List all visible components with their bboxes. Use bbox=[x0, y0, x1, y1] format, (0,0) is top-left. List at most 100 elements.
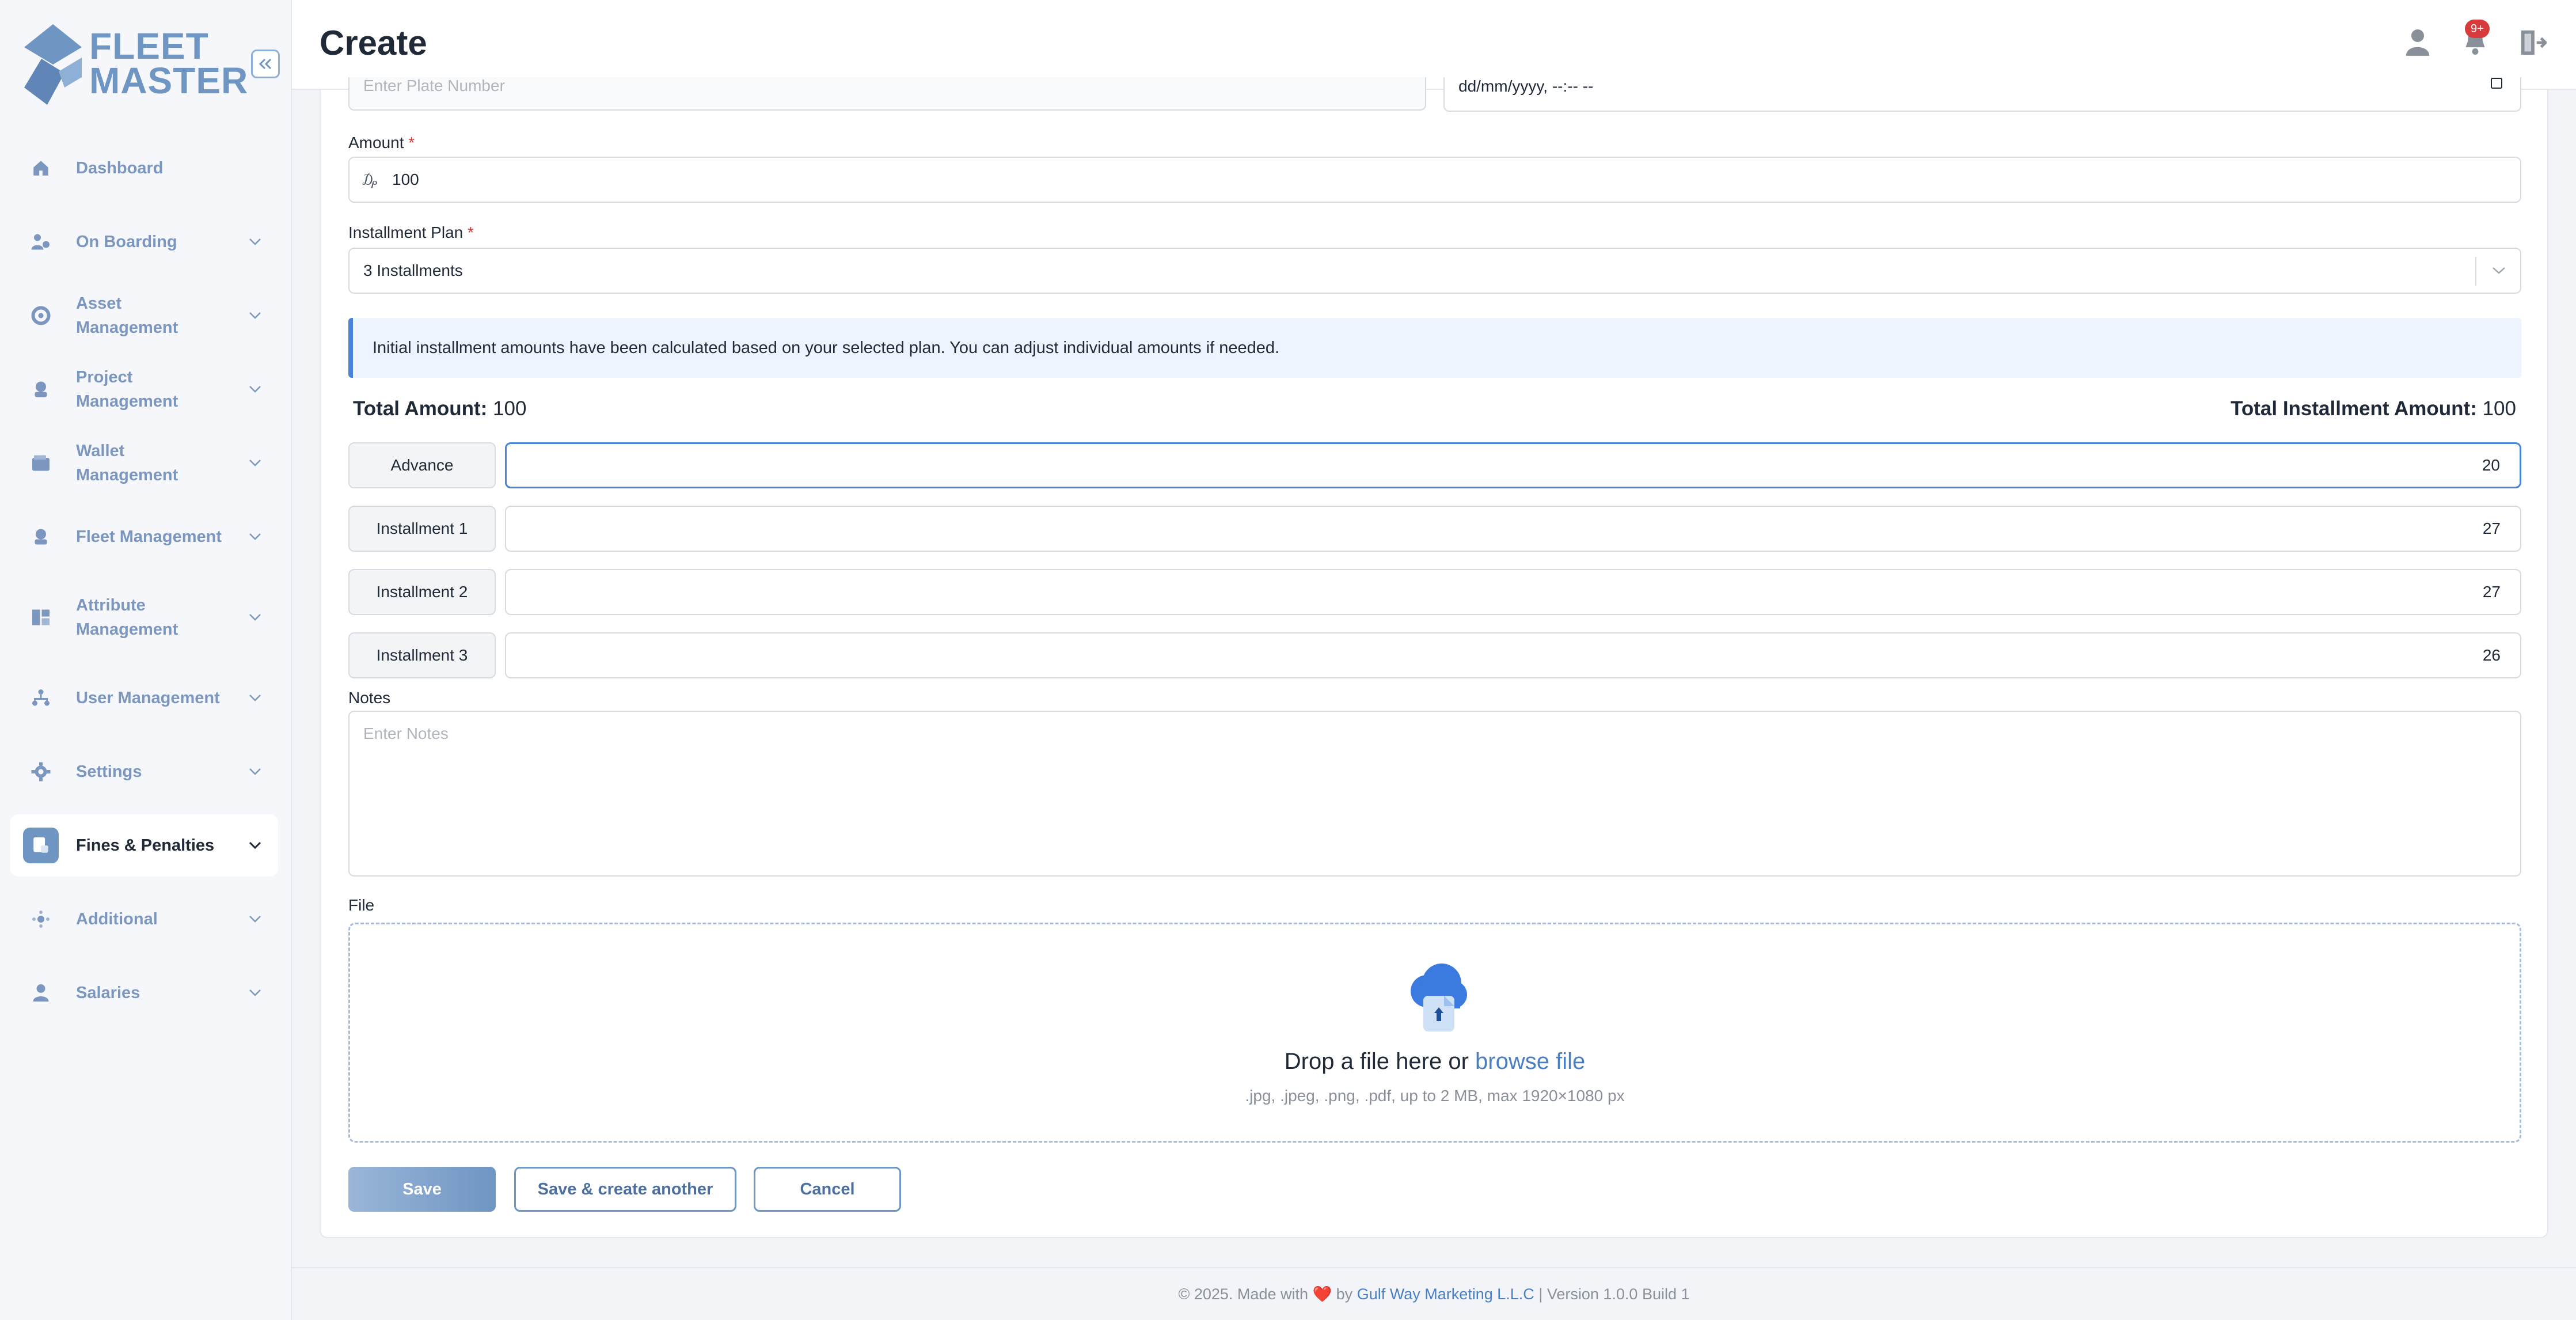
logout-icon[interactable] bbox=[2518, 28, 2548, 60]
installment-plan-value: 3 Installments bbox=[363, 261, 463, 279]
chevron-down-icon bbox=[249, 386, 261, 393]
footer-version: | Version 1.0.0 Build 1 bbox=[1538, 1285, 1690, 1303]
sidebar-collapse-button[interactable] bbox=[251, 50, 280, 78]
save-button[interactable]: Save bbox=[348, 1167, 496, 1212]
wallet-icon bbox=[23, 445, 59, 481]
currency-icon: ₯ bbox=[362, 170, 377, 188]
chevron-down-icon bbox=[249, 916, 261, 923]
sidebar-item-fleet-management[interactable]: Fleet Management bbox=[10, 506, 278, 568]
calendar-icon[interactable] bbox=[2490, 77, 2503, 90]
installment-1-label: Installment 1 bbox=[348, 506, 496, 552]
save-create-another-button[interactable]: Save & create another bbox=[514, 1167, 736, 1212]
home-icon bbox=[23, 150, 59, 186]
company-link[interactable]: Gulf Way Marketing L.L.C bbox=[1357, 1285, 1534, 1303]
notes-placeholder: Enter Notes bbox=[363, 725, 449, 742]
chevron-down-icon bbox=[249, 533, 261, 540]
project-icon bbox=[23, 371, 59, 407]
installment-plan-select[interactable]: 3 Installments bbox=[348, 248, 2521, 294]
advance-label: Advance bbox=[348, 442, 496, 488]
user-profile-icon[interactable] bbox=[2405, 28, 2430, 59]
cancel-button[interactable]: Cancel bbox=[754, 1167, 901, 1212]
chevron-down-icon bbox=[249, 695, 261, 701]
logo-line-1: FLEET bbox=[89, 25, 209, 67]
file-hint: .jpg, .jpeg, .png, .pdf, up to 2 MB, max… bbox=[1245, 1087, 1625, 1105]
total-amount: Total Amount: 100 bbox=[353, 397, 526, 420]
page-title: Create bbox=[320, 24, 427, 62]
notes-textarea[interactable]: Enter Notes bbox=[348, 711, 2521, 877]
installment-info-alert: Initial installment amounts have been ca… bbox=[348, 318, 2521, 378]
notes-label: Notes bbox=[348, 689, 391, 707]
installment-3-amount-input[interactable]: 26 bbox=[505, 632, 2521, 678]
file-label: File bbox=[348, 896, 375, 914]
sidebar-item-attribute-management[interactable]: Attribute Management bbox=[10, 579, 278, 655]
users-icon bbox=[23, 680, 59, 716]
required-asterisk: * bbox=[468, 223, 474, 241]
datetime-placeholder: dd/mm/yyyy, --:-- -- bbox=[1458, 77, 1594, 95]
datetime-input[interactable]: dd/mm/yyyy, --:-- -- bbox=[1443, 77, 2521, 112]
logo-text: FLEET MASTER bbox=[89, 25, 248, 99]
gear-icon bbox=[23, 754, 59, 790]
sidebar-item-on-boarding[interactable]: On Boarding bbox=[10, 211, 278, 273]
sidebar-item-user-management[interactable]: User Management bbox=[10, 667, 278, 729]
sidebar-item-additional[interactable]: Additional bbox=[10, 888, 278, 950]
file-dropzone[interactable]: Drop a file here or browse file .jpg, .j… bbox=[348, 923, 2521, 1143]
installment-2-amount-input[interactable]: 27 bbox=[505, 569, 2521, 615]
drop-instructions: Drop a file here or browse file bbox=[350, 1049, 2520, 1075]
sidebar-item-label: Project Management bbox=[76, 368, 178, 411]
total-installment-value: 100 bbox=[2482, 397, 2516, 420]
sidebar-item-label: Asset Management bbox=[76, 294, 178, 337]
sidebar-item-label: Fleet Management bbox=[76, 528, 222, 546]
amount-input[interactable]: ₯ 100 bbox=[348, 157, 2521, 203]
plate-number-placeholder: Enter Plate Number bbox=[363, 77, 505, 94]
amount-value: 100 bbox=[392, 170, 419, 188]
drop-text: Drop a file here or bbox=[1284, 1049, 1469, 1074]
sidebar-item-project-management[interactable]: Project Management bbox=[10, 358, 278, 420]
browse-file-link[interactable]: browse file bbox=[1475, 1049, 1585, 1074]
plate-number-input[interactable]: Enter Plate Number bbox=[348, 77, 1426, 111]
sidebar-item-salaries[interactable]: Salaries bbox=[10, 962, 278, 1024]
chevron-down-icon bbox=[249, 841, 261, 849]
footer: © 2025. Made with ❤️ by Gulf Way Marketi… bbox=[292, 1267, 2576, 1320]
chevron-down-icon bbox=[249, 768, 261, 775]
sidebar-item-label: Wallet Management bbox=[76, 442, 178, 484]
chevron-down-icon bbox=[249, 312, 261, 319]
sidebar-item-label: Dashboard bbox=[76, 159, 164, 177]
sidebar-item-settings[interactable]: Settings bbox=[10, 741, 278, 803]
total-installment-label: Total Installment Amount: bbox=[2231, 397, 2477, 420]
chevron-down-icon bbox=[249, 989, 261, 996]
chevron-down-icon bbox=[249, 238, 261, 245]
double-chevron-left-icon bbox=[259, 58, 272, 70]
cloud-upload-icon bbox=[1411, 964, 1467, 1031]
chevron-down-icon[interactable] bbox=[2491, 266, 2506, 275]
info-text: Initial installment amounts have been ca… bbox=[373, 338, 1280, 357]
footer-by: by bbox=[1336, 1285, 1353, 1303]
total-amount-value: 100 bbox=[493, 397, 527, 420]
attribute-icon bbox=[23, 600, 59, 635]
select-divider bbox=[2475, 257, 2476, 286]
sidebar-item-label: Attribute Management bbox=[76, 596, 178, 639]
sidebar-item-dashboard[interactable]: Dashboard bbox=[10, 137, 278, 199]
salaries-icon bbox=[23, 975, 59, 1011]
installment-2-label: Installment 2 bbox=[348, 569, 496, 615]
sidebar-item-asset-management[interactable]: Asset Management bbox=[10, 285, 278, 347]
sidebar-item-label: User Management bbox=[76, 689, 220, 707]
sidebar: FLEET MASTER Dashboard On Boarding Asset… bbox=[0, 0, 292, 1320]
additional-icon bbox=[23, 901, 59, 937]
heart-icon: ❤️ bbox=[1312, 1285, 1332, 1303]
asset-icon bbox=[23, 298, 59, 333]
sidebar-item-wallet-management[interactable]: Wallet Management bbox=[10, 432, 278, 494]
sidebar-item-label: Settings bbox=[76, 763, 142, 781]
chevron-down-icon bbox=[249, 460, 261, 466]
footer-copyright: © 2025. Made with bbox=[1178, 1285, 1308, 1303]
fleet-master-logo[interactable]: FLEET MASTER bbox=[24, 24, 248, 105]
advance-amount-input[interactable]: 20 bbox=[505, 442, 2521, 488]
user-onboard-icon bbox=[23, 224, 59, 260]
total-amount-label: Total Amount: bbox=[353, 397, 488, 420]
sidebar-item-fines-penalties[interactable]: Fines & Penalties bbox=[10, 814, 278, 877]
amount-label: Amount * bbox=[348, 134, 415, 152]
required-asterisk: * bbox=[408, 134, 415, 151]
total-installment-amount: Total Installment Amount: 100 bbox=[2231, 397, 2516, 420]
installment-3-label: Installment 3 bbox=[348, 632, 496, 678]
installment-1-amount-input[interactable]: 27 bbox=[505, 506, 2521, 552]
installment-plan-label: Installment Plan * bbox=[348, 223, 474, 242]
